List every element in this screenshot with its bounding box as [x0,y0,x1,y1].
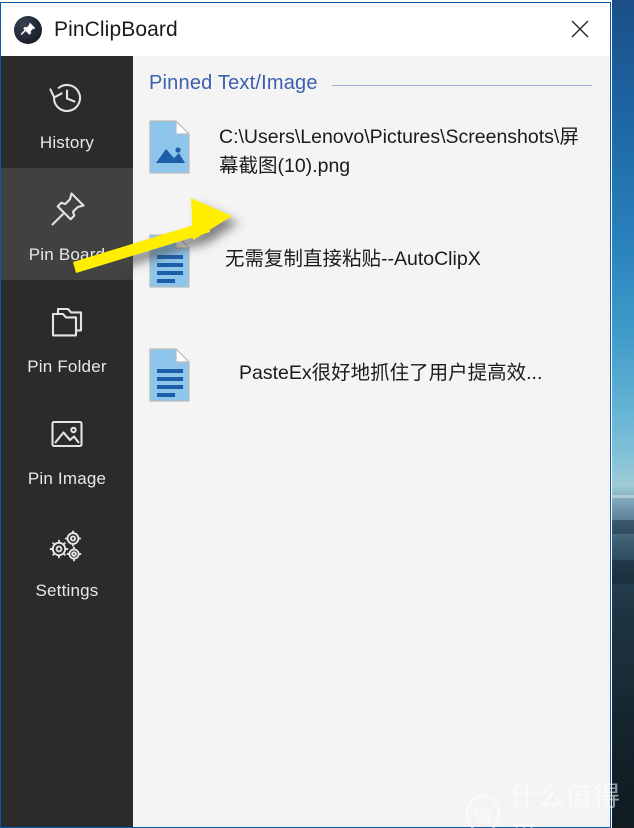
folder-icon [44,296,90,348]
image-icon [44,408,90,460]
sidebar-item-label: Settings [35,580,99,600]
list-item[interactable]: PasteEx很好地抓住了用户提高效... [133,337,610,423]
sidebar: History Pin Board Pin Folder Pin Image S… [1,56,133,827]
sidebar-item-pin-image[interactable]: Pin Image [1,392,133,504]
pinclipboard-window: PinClipBoard History Pin Board Pin Folde… [0,2,611,828]
wallpaper-horizon [612,495,634,498]
section-header: Pinned Text/Image [133,56,610,95]
sidebar-item-history[interactable]: History [1,56,133,168]
sidebar-item-label: Pin Board [28,244,106,264]
list-item-text: C:\Users\Lenovo\Pictures\Screenshots\屏幕截… [219,126,579,177]
gears-icon [42,520,92,572]
pushpin-icon [44,184,90,236]
sidebar-item-pin-board[interactable]: Pin Board [1,168,133,280]
wallpaper-band-upper [612,520,634,534]
history-clock-icon [44,72,90,124]
pinned-content-panel: Pinned Text/Image C:\Users\Lenovo\Pictur… [133,56,610,827]
wallpaper-band-lower [612,560,634,584]
app-title: PinClipBoard [54,17,178,41]
screenshot-root: PinClipBoard History Pin Board Pin Folde… [0,0,634,828]
close-button[interactable] [558,9,602,49]
sidebar-item-label: Pin Folder [27,356,107,376]
sidebar-item-pin-folder[interactable]: Pin Folder [1,280,133,392]
pinned-items-list: C:\Users\Lenovo\Pictures\Screenshots\屏幕截… [133,95,610,423]
list-item-text: PasteEx很好地抓住了用户提高效... [239,362,543,384]
list-item[interactable]: 无需复制直接粘贴--AutoClipX [133,223,610,309]
image-file-icon [147,119,193,175]
desktop-wallpaper [612,0,634,828]
text-file-icon [147,347,193,403]
page-title: Pinned Text/Image [149,72,318,94]
list-item[interactable]: C:\Users\Lenovo\Pictures\Screenshots\屏幕截… [133,109,610,195]
sidebar-item-label: History [39,132,95,152]
text-file-icon [147,233,193,289]
section-divider [331,85,592,86]
title-bar: PinClipBoard [1,3,610,56]
list-item-text: 无需复制直接粘贴--AutoClipX [225,248,481,270]
sidebar-item-settings[interactable]: Settings [1,504,133,616]
pushpin-circle-icon [14,15,42,44]
sidebar-item-label: Pin Image [27,468,107,488]
